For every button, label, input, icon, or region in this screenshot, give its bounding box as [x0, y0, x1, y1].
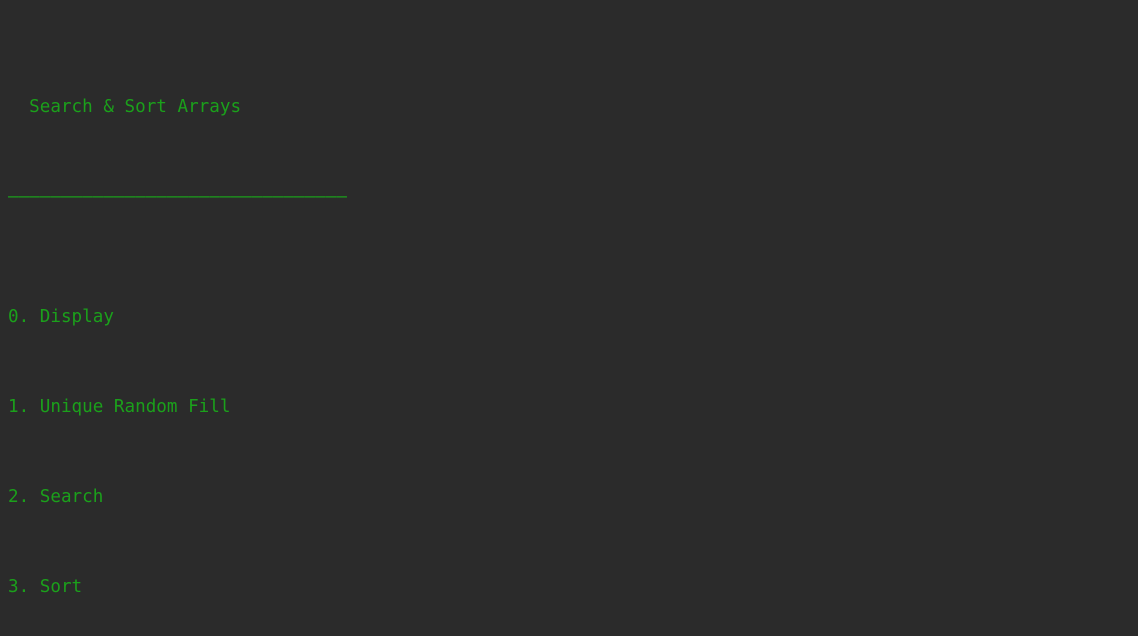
header-divider: ———————————————————————————————— — [8, 187, 347, 207]
menu-item-sort[interactable]: 3. Sort — [8, 572, 1138, 602]
page-title: Search & Sort Arrays — [8, 97, 242, 117]
menu-item-search[interactable]: 2. Search — [8, 482, 1138, 512]
terminal-window[interactable]: Search & Sort Arrays ———————————————————… — [0, 0, 1138, 636]
menu-item-unique-random-fill[interactable]: 1. Unique Random Fill — [8, 392, 1138, 422]
menu-item-display[interactable]: 0. Display — [8, 302, 1138, 332]
terminal-screen: Search & Sort Arrays ———————————————————… — [0, 0, 1138, 636]
